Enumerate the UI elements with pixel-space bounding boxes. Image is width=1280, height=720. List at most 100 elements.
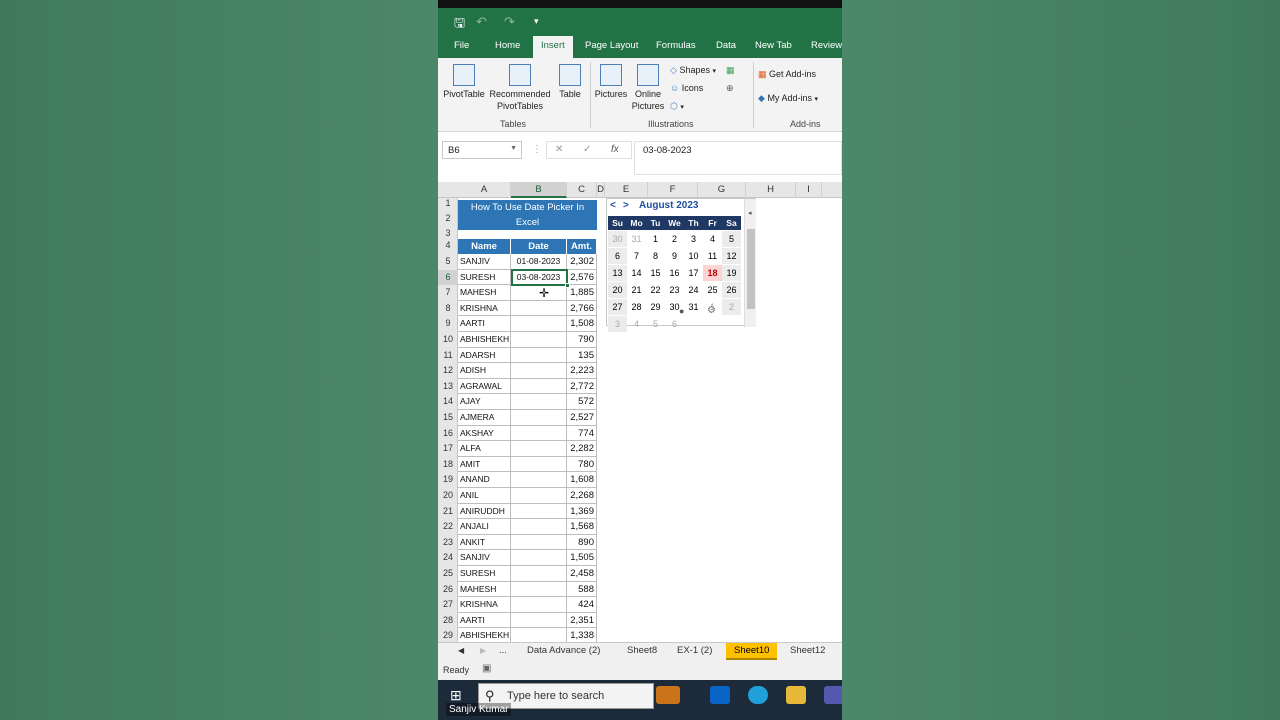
name-box[interactable]: B6 ▼ [442, 141, 522, 159]
cell-name[interactable]: ABHISHEKH [458, 332, 511, 348]
row-header[interactable]: 7 [438, 285, 458, 301]
tab-file[interactable]: File [454, 40, 469, 51]
row-header[interactable]: 19 [438, 472, 458, 488]
cell-name[interactable]: SURESH [458, 566, 511, 582]
cell-name[interactable]: AARTI [458, 316, 511, 332]
row-header[interactable]: 6 [438, 269, 458, 286]
briefcase-icon[interactable] [656, 686, 680, 704]
cell-date[interactable] [511, 519, 567, 535]
column-header-g[interactable]: G [698, 182, 746, 198]
header-date[interactable]: Date [511, 239, 567, 254]
tab-new-tab[interactable]: New Tab [755, 40, 792, 51]
customize-qat-icon[interactable]: ▾ [534, 16, 539, 27]
calendar-day[interactable]: 12 [722, 248, 741, 264]
sheet-tab-sheet10[interactable]: Sheet10 [726, 643, 778, 660]
sheet-tab-more[interactable]: ... [499, 645, 507, 656]
calendar-day[interactable]: 13 [608, 265, 627, 281]
cell-date[interactable] [511, 394, 567, 410]
cell-name[interactable]: ADISH [458, 363, 511, 379]
next-month-button[interactable]: > [623, 200, 629, 211]
cell-date[interactable] [511, 597, 567, 613]
calendar-day[interactable]: 24 [684, 282, 703, 298]
online-pictures-button[interactable]: Online Pictures [630, 64, 666, 112]
cell-amt[interactable]: 2,458 [567, 566, 597, 582]
cell-amt[interactable]: 2,282 [567, 441, 597, 457]
formula-input[interactable]: 03-08-2023 [634, 141, 842, 175]
recommended-pivottables-button[interactable]: Recommended PivotTables [488, 64, 552, 112]
row-header[interactable]: 26 [438, 582, 458, 598]
cell-date[interactable] [511, 378, 567, 395]
edge-icon[interactable] [748, 686, 768, 704]
cell-name[interactable]: AJAY [458, 394, 511, 410]
calendar-day[interactable]: 8 [646, 248, 665, 264]
3d-models-button[interactable]: ⬡ ▾ [670, 100, 684, 114]
calendar-day[interactable]: 28 [627, 299, 646, 315]
calendar-day[interactable]: 18 [703, 265, 722, 281]
calendar-day[interactable]: 31 [684, 299, 703, 315]
cell-amt[interactable]: 774 [567, 425, 597, 442]
row-header[interactable]: 18 [438, 457, 458, 473]
cell-amt[interactable]: 424 [567, 597, 597, 613]
row-header[interactable]: 28 [438, 613, 458, 629]
tab-data[interactable]: Data [716, 40, 736, 51]
cell-amt[interactable]: 1,568 [567, 519, 597, 535]
row-header[interactable]: 25 [438, 566, 458, 582]
prev-month-button[interactable]: < [610, 200, 616, 211]
undo-icon[interactable]: ↶ [476, 14, 487, 30]
smartart-icon[interactable]: ▦ [726, 64, 735, 76]
fill-handle[interactable] [565, 283, 570, 288]
calendar-day[interactable]: 2 [665, 231, 684, 247]
cell-amt[interactable]: 2,302 [567, 254, 597, 270]
cell-name[interactable]: AGRAWAL [458, 378, 511, 395]
icons-button[interactable]: ☺ Icons [670, 82, 703, 94]
cell-date[interactable] [511, 441, 567, 457]
row-header[interactable]: 29 [438, 628, 458, 642]
row-header[interactable]: 13 [438, 379, 458, 395]
calendar-day[interactable]: 6 [608, 248, 627, 264]
tab-formulas[interactable]: Formulas [656, 40, 696, 51]
prev-sheet-icon[interactable]: ◀ [458, 646, 464, 655]
calendar-scrollbar[interactable]: ◂ [744, 199, 756, 327]
row-header[interactable]: 2 [438, 213, 458, 225]
calendar-day[interactable]: 19 [722, 265, 741, 281]
cell-name[interactable]: AARTI [458, 612, 511, 629]
calendar-day[interactable]: 5 [722, 231, 741, 247]
row-header[interactable]: 10 [438, 332, 458, 348]
cell-name[interactable]: ABHISHEKH [458, 628, 511, 642]
macro-record-icon[interactable]: ▣ [482, 663, 491, 674]
column-header-e[interactable]: E [605, 182, 648, 198]
column-header-b[interactable]: B [511, 182, 567, 198]
row-header[interactable]: 23 [438, 535, 458, 551]
cell-date[interactable] [511, 612, 567, 629]
scroll-left-icon[interactable]: ◂ [748, 209, 752, 217]
shapes-button[interactable]: ◇ Shapes ▾ [670, 64, 716, 78]
row-header[interactable]: 11 [438, 348, 458, 364]
cell-amt[interactable]: 2,576 [567, 269, 597, 286]
cell-amt[interactable]: 780 [567, 456, 597, 473]
cell-name[interactable]: ALFA [458, 441, 511, 457]
calendar-day[interactable]: 25 [703, 282, 722, 298]
cell-name[interactable]: AKSHAY [458, 425, 511, 442]
cell-amt[interactable]: 2,351 [567, 612, 597, 629]
cell-date[interactable] [511, 332, 567, 348]
column-header-a[interactable]: A [458, 182, 511, 198]
cell-amt[interactable]: 2,223 [567, 363, 597, 379]
cell-date[interactable] [511, 566, 567, 582]
cancel-icon[interactable]: ✕ [555, 144, 563, 155]
cell-amt[interactable]: 588 [567, 581, 597, 598]
cell-name[interactable]: ANKIT [458, 534, 511, 551]
column-header-c[interactable]: C [567, 182, 597, 198]
row-header[interactable]: 20 [438, 488, 458, 504]
calendar-day[interactable]: 10 [684, 248, 703, 264]
calendar-day[interactable]: 1 [646, 231, 665, 247]
row-header[interactable]: 21 [438, 504, 458, 520]
cell-name[interactable]: ANIRUDDH [458, 503, 511, 520]
row-header[interactable]: 8 [438, 301, 458, 317]
header-name[interactable]: Name [458, 239, 511, 254]
row-header[interactable]: 9 [438, 316, 458, 332]
row-header[interactable]: 12 [438, 363, 458, 379]
calendar-day[interactable]: 7 [627, 248, 646, 264]
calendar-day[interactable]: 2 [722, 299, 741, 315]
row-header[interactable]: 24 [438, 550, 458, 566]
cell-date[interactable] [511, 456, 567, 473]
